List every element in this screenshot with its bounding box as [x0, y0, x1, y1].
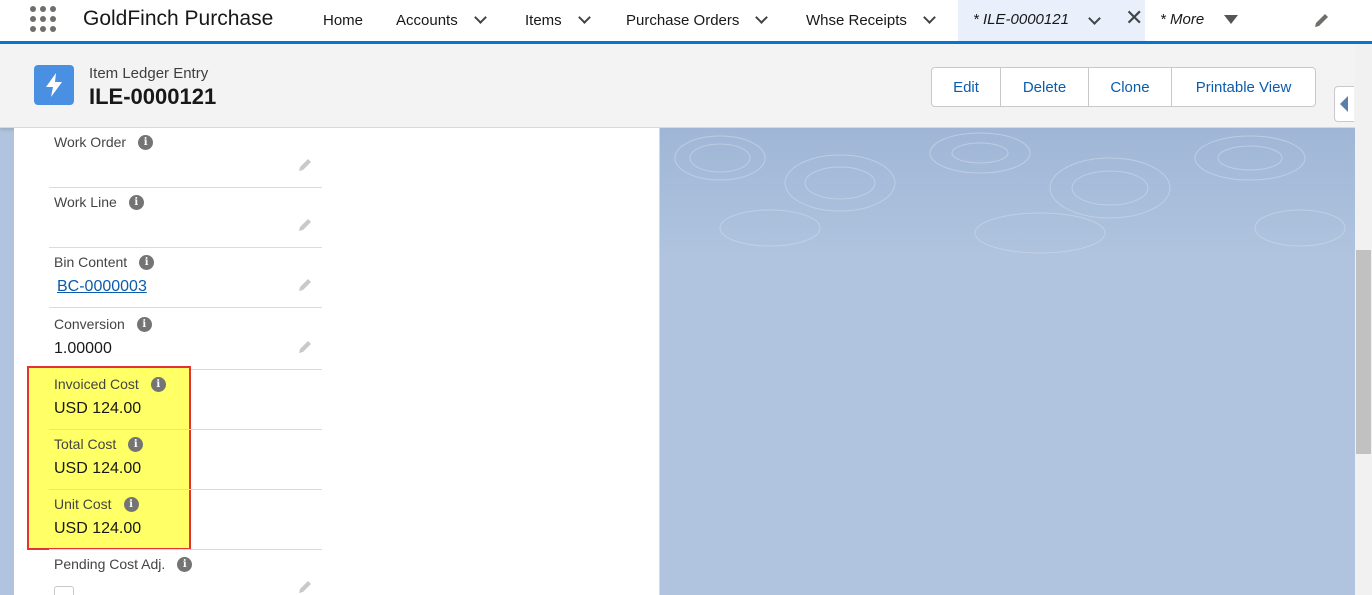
field-work-line: Work Line i: [49, 188, 322, 248]
field-label: Work Line i: [54, 194, 144, 210]
nav-item-home[interactable]: Home: [323, 0, 363, 41]
app-name: GoldFinch Purchase: [83, 7, 274, 30]
nav-item-label: Purchase Orders: [626, 12, 740, 29]
field-value: 1.00000: [54, 340, 112, 357]
field-conversion: Conversion i 1.00000: [49, 310, 322, 370]
edit-pencil-icon[interactable]: [298, 216, 314, 232]
object-type-label: Item Ledger Entry: [89, 65, 209, 82]
tab-ile-0000121[interactable]: * ILE-0000121 ✕: [958, 0, 1145, 41]
nav-item-label: Accounts: [396, 12, 458, 29]
app-launcher-icon[interactable]: [29, 5, 57, 33]
pending-cost-adj-checkbox[interactable]: [54, 586, 74, 595]
edit-pencil-icon[interactable]: [298, 156, 314, 172]
info-icon[interactable]: i: [136, 316, 152, 332]
nav-item-accounts[interactable]: Accounts: [396, 0, 487, 41]
field-unit-cost: Unit Cost i USD 124.00: [49, 490, 322, 550]
info-icon[interactable]: i: [177, 556, 193, 572]
field-value: USD 124.00: [54, 400, 142, 417]
caret-down-icon[interactable]: [1224, 15, 1238, 24]
info-icon[interactable]: i: [123, 496, 139, 512]
info-icon[interactable]: i: [128, 436, 144, 452]
nav-item-label: Items: [525, 12, 562, 29]
lightning-bolt-icon: [34, 65, 74, 105]
field-value: USD 124.00: [54, 520, 142, 537]
utility-panel-toggle-icon[interactable]: [1334, 86, 1354, 122]
record-header: Item Ledger Entry ILE-0000121 Edit Delet…: [0, 44, 1355, 128]
field-label: Total Cost i: [54, 436, 144, 452]
field-label-text: Work Order: [54, 134, 127, 150]
tab-label: * ILE-0000121: [973, 11, 1069, 28]
field-label: Unit Cost i: [54, 496, 139, 512]
printable-view-button[interactable]: Printable View: [1172, 68, 1315, 106]
field-pending-cost-adj: Pending Cost Adj. i: [49, 550, 322, 595]
info-icon[interactable]: i: [138, 134, 154, 150]
close-icon[interactable]: ✕: [1125, 7, 1143, 29]
info-icon[interactable]: i: [150, 376, 166, 392]
field-label-text: Pending Cost Adj.: [54, 556, 166, 572]
clone-button[interactable]: Clone: [1089, 68, 1172, 106]
field-label-text: Invoiced Cost: [54, 376, 139, 392]
field-label: Work Order i: [54, 134, 154, 150]
record-actions: Edit Delete Clone Printable View: [931, 67, 1316, 107]
info-icon[interactable]: i: [128, 194, 144, 210]
edit-pencil-icon[interactable]: [298, 578, 314, 594]
chevron-down-icon[interactable]: [755, 11, 769, 24]
field-label: Invoiced Cost i: [54, 376, 166, 392]
nav-item-items[interactable]: Items: [525, 0, 591, 41]
field-label-text: Bin Content: [54, 254, 128, 270]
nav-item-whse-receipts[interactable]: Whse Receipts: [806, 0, 936, 41]
top-navigation-bar: GoldFinch Purchase Home Accounts Items P…: [0, 0, 1372, 44]
nav-item-label: Home: [323, 12, 364, 29]
field-label: Conversion i: [54, 316, 152, 332]
field-total-cost: Total Cost i USD 124.00: [49, 430, 322, 490]
chevron-down-icon[interactable]: [473, 11, 487, 24]
scrollbar-thumb[interactable]: [1356, 250, 1371, 454]
nav-item-label: Whse Receipts: [806, 12, 907, 29]
field-label-text: Conversion: [54, 316, 125, 332]
field-label-text: Work Line: [54, 194, 117, 210]
field-value: USD 124.00: [54, 460, 142, 477]
background-pattern: [660, 128, 1355, 258]
delete-button[interactable]: Delete: [1001, 68, 1089, 106]
edit-nav-pencil-icon[interactable]: [1313, 11, 1331, 34]
field-label-text: Total Cost: [54, 436, 117, 452]
field-work-order: Work Order i: [49, 128, 322, 188]
chevron-down-icon[interactable]: [577, 11, 591, 24]
chevron-down-icon[interactable]: [1088, 12, 1101, 25]
chevron-down-icon[interactable]: [923, 11, 936, 24]
nav-item-purchase-orders[interactable]: Purchase Orders: [626, 0, 769, 41]
field-label: Bin Content i: [54, 254, 155, 270]
field-label-text: Unit Cost: [54, 496, 112, 512]
edit-pencil-icon[interactable]: [298, 338, 314, 354]
record-name: ILE-0000121: [89, 84, 217, 109]
field-invoiced-cost: Invoiced Cost i USD 124.00: [49, 370, 322, 430]
edit-pencil-icon[interactable]: [298, 276, 314, 292]
field-bin-content: Bin Content i BC-0000003: [49, 248, 322, 308]
more-tabs-button[interactable]: * More: [1160, 11, 1204, 28]
field-label: Pending Cost Adj. i: [54, 556, 193, 572]
info-icon[interactable]: i: [139, 254, 155, 270]
bin-content-link[interactable]: BC-0000003: [57, 278, 147, 296]
edit-button[interactable]: Edit: [932, 68, 1001, 106]
